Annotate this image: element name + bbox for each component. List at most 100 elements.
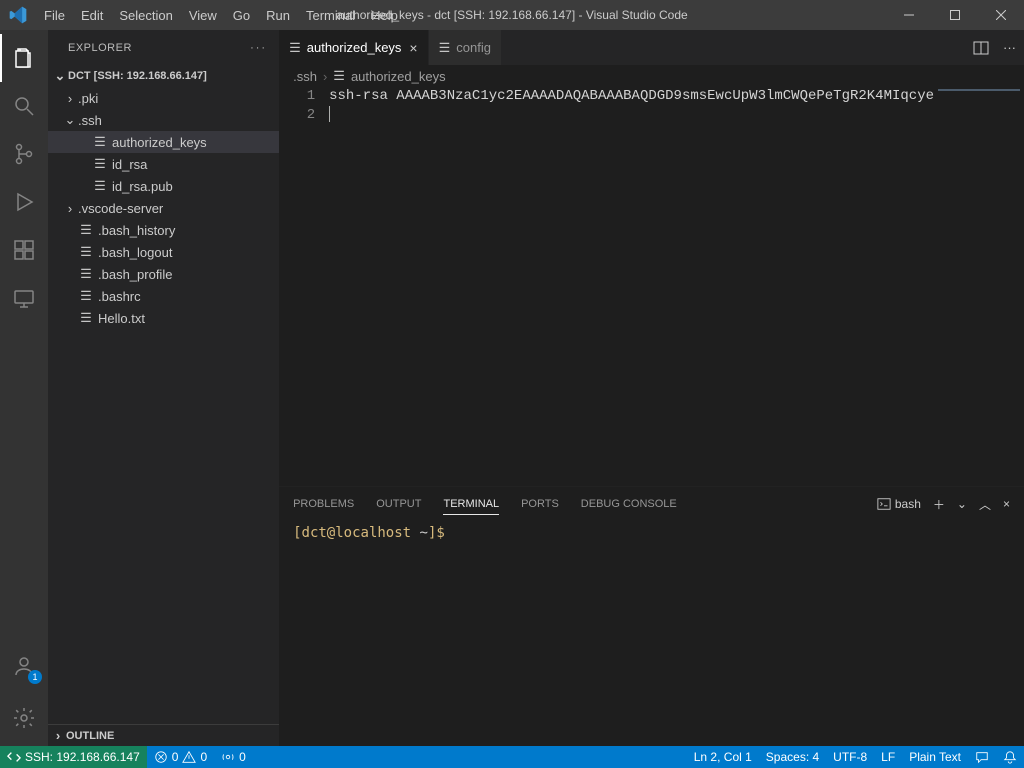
file--bash_profile[interactable]: ☰.bash_profile bbox=[48, 263, 279, 285]
menu-edit[interactable]: Edit bbox=[73, 4, 111, 27]
activity-extensions[interactable] bbox=[0, 226, 48, 274]
terminal[interactable]: [dct@localhost ~]$ bbox=[279, 521, 1024, 746]
file-icon: ☰ bbox=[78, 222, 94, 238]
status-language[interactable]: Plain Text bbox=[902, 750, 968, 764]
activity-remote-explorer[interactable] bbox=[0, 274, 48, 322]
activity-run-debug[interactable] bbox=[0, 178, 48, 226]
status-eol[interactable]: LF bbox=[874, 750, 902, 764]
tab-authorized-keys[interactable]: ☰ authorized_keys × bbox=[279, 30, 429, 65]
folder--pki[interactable]: ›.pki bbox=[48, 87, 279, 109]
chevron-right-icon: › bbox=[50, 728, 66, 743]
status-ports[interactable]: 0 bbox=[214, 750, 253, 764]
tab-config[interactable]: ☰ config bbox=[429, 30, 502, 65]
breadcrumb-item[interactable]: authorized_keys bbox=[351, 69, 446, 84]
status-encoding[interactable]: UTF-8 bbox=[826, 750, 874, 764]
breadcrumb-item[interactable]: .ssh bbox=[293, 69, 317, 84]
tree-item-label: .bash_logout bbox=[98, 245, 172, 260]
activity-explorer[interactable] bbox=[0, 34, 48, 82]
window-title: authorized_keys - dct [SSH: 192.168.66.1… bbox=[336, 8, 687, 22]
menu-go[interactable]: Go bbox=[225, 4, 258, 27]
status-line-col[interactable]: Ln 2, Col 1 bbox=[687, 750, 759, 764]
breadcrumbs[interactable]: .ssh › ☰ authorized_keys bbox=[279, 65, 1024, 87]
terminal-prompt-user: [dct@localhost bbox=[293, 525, 419, 541]
window-controls bbox=[886, 0, 1024, 30]
file-Hello-txt[interactable]: ☰Hello.txt bbox=[48, 307, 279, 329]
maximize-button[interactable] bbox=[932, 0, 978, 30]
status-bell-icon[interactable] bbox=[996, 750, 1024, 764]
close-panel-icon[interactable]: × bbox=[1003, 497, 1010, 511]
file--bash_logout[interactable]: ☰ .bash_logout bbox=[48, 241, 279, 263]
file-icon: ☰ bbox=[289, 40, 301, 56]
tree-item-label: authorized_keys bbox=[112, 135, 207, 150]
tree-item-label: .vscode-server bbox=[78, 201, 163, 216]
minimap[interactable] bbox=[934, 87, 1024, 486]
editor-tabs: ☰ authorized_keys × ☰ config ··· bbox=[279, 30, 1024, 65]
activity-bar: 1 bbox=[0, 30, 48, 746]
line-number: 2 bbox=[279, 106, 315, 125]
split-editor-icon[interactable] bbox=[973, 40, 989, 56]
outline-section[interactable]: › OUTLINE bbox=[48, 724, 279, 746]
menu-view[interactable]: View bbox=[181, 4, 225, 27]
status-bar: SSH: 192.168.66.147 0 0 0 Ln 2, Col 1 Sp… bbox=[0, 746, 1024, 768]
line-gutter: 1 2 bbox=[279, 87, 329, 486]
file--bash_history[interactable]: ☰.bash_history bbox=[48, 219, 279, 241]
explorer-root-label: DCT [SSH: 192.168.66.147] bbox=[68, 70, 207, 82]
code-editor[interactable]: 1 2 ssh-rsa AAAAB3NzaC1yc2EAAAADAQABAAAB… bbox=[279, 87, 1024, 486]
new-terminal-icon[interactable]: ＋ bbox=[933, 496, 945, 513]
file-icon: ☰ bbox=[78, 310, 94, 326]
tab-close-icon[interactable]: × bbox=[409, 40, 417, 56]
status-indent[interactable]: Spaces: 4 bbox=[759, 750, 826, 764]
title-bar: File Edit Selection View Go Run Terminal… bbox=[0, 0, 1024, 30]
panel-tab-output[interactable]: OUTPUT bbox=[376, 494, 421, 514]
panel-tab-debug-console[interactable]: DEBUG CONSOLE bbox=[581, 494, 677, 514]
file-icon: ☰ bbox=[439, 40, 451, 56]
code-content[interactable]: ssh-rsa AAAAB3NzaC1yc2EAAAADAQABAAABAQDG… bbox=[329, 87, 934, 486]
menu-selection[interactable]: Selection bbox=[111, 4, 180, 27]
chevron-right-icon: › bbox=[62, 201, 78, 216]
close-button[interactable] bbox=[978, 0, 1024, 30]
menu-run[interactable]: Run bbox=[258, 4, 298, 27]
accounts-badge: 1 bbox=[28, 670, 42, 684]
text-cursor bbox=[329, 106, 330, 122]
sidebar-header: EXPLORER ··· bbox=[48, 30, 279, 65]
terminal-shell-selector[interactable]: bash bbox=[877, 497, 921, 511]
chevron-down-icon: ⌄ bbox=[52, 68, 68, 84]
file-tree: ›.pki⌄.ssh☰authorized_keys☰id_rsa☰id_rsa… bbox=[48, 87, 279, 724]
file--bashrc[interactable]: ☰.bashrc bbox=[48, 285, 279, 307]
file-id_rsa-pub[interactable]: ☰id_rsa.pub bbox=[48, 175, 279, 197]
terminal-prompt-dir: ~ bbox=[420, 525, 428, 541]
folder--vscode-server[interactable]: ›.vscode-server bbox=[48, 197, 279, 219]
terminal-prompt-end: ]$ bbox=[428, 525, 445, 541]
line-number: 1 bbox=[279, 87, 315, 106]
outline-label: OUTLINE bbox=[66, 730, 114, 742]
minimize-button[interactable] bbox=[886, 0, 932, 30]
status-feedback-icon[interactable] bbox=[968, 750, 996, 764]
panel-tab-ports[interactable]: PORTS bbox=[521, 494, 559, 514]
split-terminal-dropdown-icon[interactable]: ⌄ bbox=[957, 497, 967, 511]
status-remote[interactable]: SSH: 192.168.66.147 bbox=[0, 746, 147, 768]
menu-file[interactable]: File bbox=[36, 4, 73, 27]
file-icon: ☰ bbox=[92, 156, 108, 172]
tab-label: config bbox=[456, 40, 491, 55]
explorer-root[interactable]: ⌄ DCT [SSH: 192.168.66.147] bbox=[48, 65, 279, 87]
status-problems[interactable]: 0 0 bbox=[147, 750, 214, 764]
maximize-panel-icon[interactable]: ︿ bbox=[979, 496, 991, 513]
more-actions-icon[interactable]: ··· bbox=[1003, 40, 1016, 55]
activity-search[interactable] bbox=[0, 82, 48, 130]
panel-tabs: PROBLEMS OUTPUT TERMINAL PORTS DEBUG CON… bbox=[279, 487, 1024, 521]
file-icon: ☰ bbox=[78, 244, 94, 260]
file-icon: ☰ bbox=[92, 178, 108, 194]
bottom-panel: PROBLEMS OUTPUT TERMINAL PORTS DEBUG CON… bbox=[279, 486, 1024, 746]
vscode-logo-icon bbox=[8, 5, 28, 25]
sidebar-more-icon[interactable]: ··· bbox=[250, 42, 267, 54]
panel-tab-terminal[interactable]: TERMINAL bbox=[443, 494, 499, 515]
file-authorized_keys[interactable]: ☰authorized_keys bbox=[48, 131, 279, 153]
panel-tab-problems[interactable]: PROBLEMS bbox=[293, 494, 354, 514]
activity-settings[interactable] bbox=[0, 694, 48, 742]
chevron-down-icon: ⌄ bbox=[62, 112, 78, 128]
file-id_rsa[interactable]: ☰ id_rsa bbox=[48, 153, 279, 175]
folder--ssh[interactable]: ⌄.ssh bbox=[48, 109, 279, 131]
activity-source-control[interactable] bbox=[0, 130, 48, 178]
activity-accounts[interactable]: 1 bbox=[0, 642, 48, 690]
tree-item-label: id_rsa bbox=[112, 157, 147, 172]
